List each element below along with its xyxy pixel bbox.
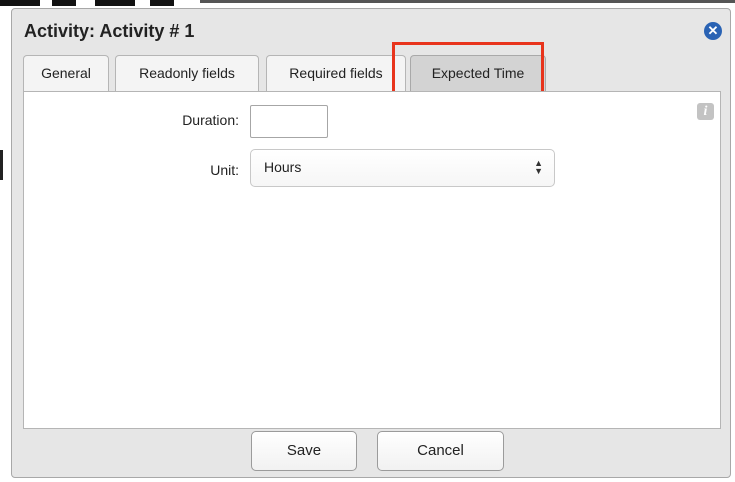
- close-icon[interactable]: ✕: [704, 22, 722, 40]
- tab-general[interactable]: General: [23, 55, 109, 91]
- unit-select[interactable]: Hours ▲ ▼: [250, 149, 555, 187]
- background-fragment: [150, 0, 174, 6]
- background-fragment: [200, 0, 735, 3]
- duration-label: Duration:: [182, 112, 239, 128]
- background-fragment: [0, 0, 40, 6]
- info-icon[interactable]: i: [697, 103, 714, 120]
- tab-required-fields[interactable]: Required fields: [266, 55, 406, 91]
- cancel-button[interactable]: Cancel: [377, 431, 504, 471]
- unit-select-value: Hours: [264, 159, 302, 175]
- unit-label: Unit:: [210, 162, 239, 178]
- tab-readonly-fields[interactable]: Readonly fields: [115, 55, 259, 91]
- background-fragment: [95, 0, 135, 6]
- background-fragment: [52, 0, 76, 6]
- activity-dialog: Activity: Activity # 1 ✕ General Readonl…: [11, 8, 731, 478]
- tab-content-panel: Duration: Unit: Hours ▲ ▼ i: [23, 91, 721, 429]
- dialog-title: Activity: Activity # 1: [24, 21, 195, 41]
- select-arrows-icon: ▲ ▼: [534, 158, 543, 176]
- background-top-strip: [0, 0, 735, 8]
- background-edge-mark: [0, 150, 3, 180]
- tab-expected-time[interactable]: Expected Time: [410, 55, 546, 91]
- save-button[interactable]: Save: [251, 431, 357, 471]
- duration-input[interactable]: [250, 105, 328, 138]
